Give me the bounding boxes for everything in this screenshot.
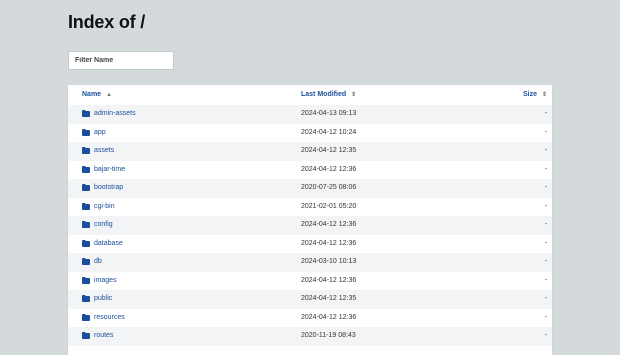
file-name-link[interactable]: images bbox=[94, 277, 117, 284]
sort-ascending-icon: ▲ bbox=[106, 92, 113, 98]
file-name-link[interactable]: public bbox=[94, 295, 112, 302]
page-title: Index of / bbox=[68, 12, 146, 32]
folder-icon bbox=[82, 184, 90, 191]
file-name-link[interactable]: assets bbox=[94, 147, 114, 154]
name-column-header[interactable]: Name ▲ bbox=[82, 91, 112, 98]
file-name-link[interactable]: bootstrap bbox=[94, 184, 123, 191]
last-modified-value: 2024-03-10 10:13 bbox=[301, 258, 357, 265]
table-row[interactable]: resources 2024-04-12 12:36 - bbox=[68, 309, 552, 328]
size-value: - bbox=[544, 165, 547, 173]
size-value: - bbox=[544, 221, 547, 228]
last-modified-value: 2024-04-13 09:13 bbox=[301, 110, 357, 117]
size-column-header[interactable]: Size ⇕ bbox=[523, 91, 547, 98]
file-name-link[interactable]: bajar-time bbox=[94, 166, 125, 173]
size-value: - bbox=[544, 110, 547, 117]
size-value: - bbox=[544, 128, 547, 136]
last-modified-value: 2024-04-12 12:36 bbox=[301, 276, 357, 284]
size-value: - bbox=[544, 276, 547, 284]
file-name-link[interactable]: app bbox=[94, 129, 106, 136]
table-row[interactable]: images 2024-04-12 12:36 - bbox=[68, 272, 552, 291]
table-header: Name ▲ Last Modified ⇕ Size ⇕ bbox=[68, 85, 552, 105]
directory-listing: Name ▲ Last Modified ⇕ Size ⇕ admin-assets 2… bbox=[68, 85, 552, 355]
last-modified-value: 2020-11-19 08:43 bbox=[301, 332, 356, 339]
last-modified-value: 2024-04-12 10:24 bbox=[301, 128, 357, 136]
last-modified-value: 2020-07-25 08:06 bbox=[301, 184, 357, 191]
table-body: admin-assets 2024-04-13 09:13 - app 2024-04-… bbox=[68, 105, 552, 346]
size-value: - bbox=[544, 239, 547, 247]
folder-icon bbox=[82, 313, 90, 321]
table-row[interactable]: config 2024-04-12 12:36 - bbox=[68, 216, 552, 235]
file-name-link[interactable]: routes bbox=[94, 332, 113, 339]
sort-icon: ⇕ bbox=[351, 92, 357, 98]
size-value: - bbox=[544, 184, 547, 191]
size-value: - bbox=[544, 202, 547, 210]
table-row[interactable]: database 2024-04-12 12:36 - bbox=[68, 235, 552, 254]
last-modified-value: 2024-04-12 12:36 bbox=[301, 165, 357, 173]
size-value: - bbox=[544, 295, 547, 302]
file-name-link[interactable]: admin-assets bbox=[94, 110, 136, 117]
table-row[interactable]: bootstrap 2020-07-25 08:06 - bbox=[68, 179, 552, 198]
folder-icon bbox=[82, 110, 90, 117]
last-modified-header-label: Last Modified bbox=[301, 91, 347, 98]
table-row[interactable]: admin-assets 2024-04-13 09:13 - bbox=[68, 105, 552, 124]
folder-icon bbox=[82, 239, 90, 247]
size-value: - bbox=[544, 313, 547, 321]
size-value: - bbox=[544, 258, 547, 265]
last-modified-value: 2024-04-12 12:35 bbox=[301, 295, 357, 302]
table-row[interactable]: cgi-bin 2021-02-01 05:20 - bbox=[68, 198, 552, 217]
folder-icon bbox=[82, 221, 90, 228]
file-name-link[interactable]: database bbox=[94, 240, 123, 247]
table-row[interactable]: public 2024-04-12 12:35 - bbox=[68, 290, 552, 309]
table-row[interactable]: bajar-time 2024-04-12 12:36 - bbox=[68, 161, 552, 180]
sort-icon: ⇕ bbox=[541, 92, 547, 98]
folder-icon bbox=[82, 258, 90, 265]
file-name-link[interactable]: db bbox=[94, 258, 102, 265]
last-modified-value: 2021-02-01 05:20 bbox=[301, 202, 357, 210]
size-header-label: Size bbox=[522, 91, 537, 98]
filter-name-input[interactable] bbox=[68, 51, 174, 70]
folder-icon bbox=[82, 295, 90, 302]
size-value: - bbox=[544, 332, 547, 339]
size-value: - bbox=[544, 147, 547, 154]
folder-icon bbox=[82, 165, 90, 173]
file-name-link[interactable]: cgi-bin bbox=[94, 203, 115, 210]
file-name-link[interactable]: resources bbox=[94, 314, 125, 321]
last-modified-value: 2024-04-12 12:36 bbox=[301, 239, 357, 247]
table-row[interactable]: db 2024-03-10 10:13 - bbox=[68, 253, 552, 272]
table-row[interactable]: assets 2024-04-12 12:35 - bbox=[68, 142, 552, 161]
last-modified-value: 2024-04-12 12:36 bbox=[301, 313, 357, 321]
folder-icon bbox=[82, 332, 90, 339]
table-row[interactable]: app 2024-04-12 10:24 - bbox=[68, 124, 552, 143]
folder-icon bbox=[82, 147, 90, 154]
file-name-link[interactable]: config bbox=[94, 221, 113, 228]
folder-icon bbox=[82, 128, 90, 136]
last-modified-column-header[interactable]: Last Modified ⇕ bbox=[301, 91, 356, 98]
last-modified-value: 2024-04-12 12:36 bbox=[301, 221, 357, 228]
last-modified-value: 2024-04-12 12:35 bbox=[301, 147, 357, 154]
name-header-label: Name bbox=[82, 91, 102, 98]
folder-icon bbox=[82, 202, 90, 210]
folder-icon bbox=[82, 276, 90, 284]
